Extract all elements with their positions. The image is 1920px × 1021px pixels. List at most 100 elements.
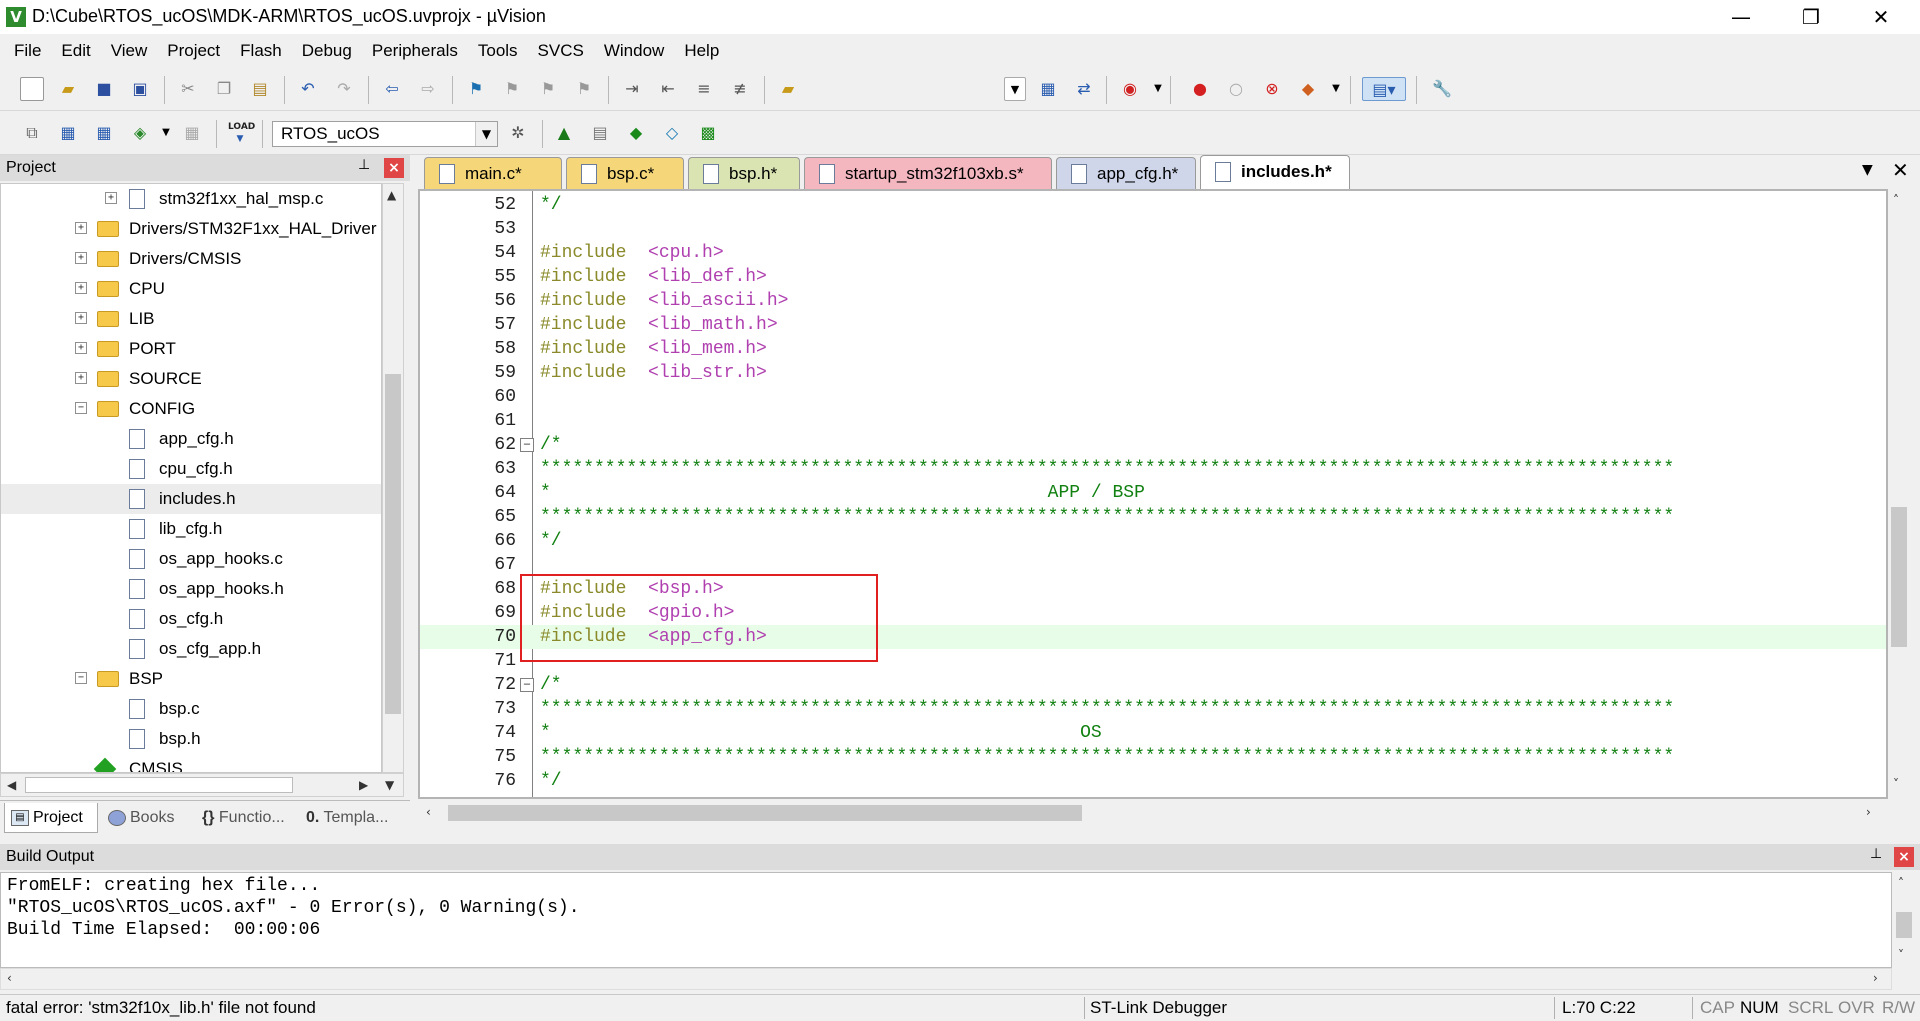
collapse-icon[interactable]: − xyxy=(75,402,87,414)
tree-item-config[interactable]: − CONFIG xyxy=(1,394,381,424)
nav-forward-icon[interactable]: ⇨ xyxy=(416,77,440,101)
open-file-icon[interactable]: ▰ xyxy=(56,77,80,101)
tab-books[interactable]: Books xyxy=(102,803,186,833)
configure-icon[interactable]: 🔧 xyxy=(1430,77,1454,101)
build-output-panel[interactable]: FromELF: creating hex file... "RTOS_ucOS… xyxy=(0,872,1892,968)
tree-horizontal-scrollbar[interactable]: ◀ ▶ ▼ xyxy=(0,773,404,797)
tree-item-cmsis[interactable]: CMSIS xyxy=(1,754,381,772)
redo-icon[interactable]: ↷ xyxy=(332,77,356,101)
window-layout-icon[interactable]: ▤▾ xyxy=(1362,77,1406,101)
breakpoints-dropdown-icon[interactable]: ▼ xyxy=(1324,77,1348,101)
find-icon[interactable]: ▦ xyxy=(1036,77,1060,101)
rebuild-icon[interactable]: ▦ xyxy=(92,121,116,145)
code-line[interactable]: 59 #include <lib_str.h> xyxy=(420,361,1886,385)
tab-templates[interactable]: 0. Templa... xyxy=(300,803,406,833)
build-close-icon[interactable]: × xyxy=(1894,847,1914,867)
breakpoint-icon[interactable]: ● xyxy=(1188,77,1212,101)
tree-vertical-scrollbar[interactable]: ▲ xyxy=(382,183,404,773)
menu-tools[interactable]: Tools xyxy=(468,41,528,61)
code-line[interactable]: 65 **************************************… xyxy=(420,505,1886,529)
tree-item-includes-h[interactable]: includes.h xyxy=(1,484,381,514)
code-line[interactable]: 63 **************************************… xyxy=(420,457,1886,481)
editor-tab-bsp-c[interactable]: bsp.c* xyxy=(566,157,684,189)
menu-help[interactable]: Help xyxy=(674,41,729,61)
menu-project[interactable]: Project xyxy=(157,41,230,61)
menu-file[interactable]: File xyxy=(4,41,51,61)
expand-icon[interactable]: + xyxy=(105,192,117,204)
cut-icon[interactable]: ✂ xyxy=(176,77,200,101)
unindent-icon[interactable]: ⇤ xyxy=(656,77,680,101)
manage-rte-icon[interactable]: ◆ xyxy=(624,121,648,145)
new-file-icon[interactable] xyxy=(20,77,44,101)
expand-icon[interactable]: + xyxy=(75,342,87,354)
build-output-scrollbar[interactable]: ˄ ˅ xyxy=(1892,872,1916,968)
next-bookmark-icon[interactable]: ⚑ xyxy=(536,77,560,101)
expand-icon[interactable]: + xyxy=(75,222,87,234)
disable-all-breakpoints-icon[interactable]: ⊗ xyxy=(1260,77,1284,101)
code-line[interactable]: 52 */ xyxy=(420,193,1886,217)
tree-item-lib-cfg-h[interactable]: lib_cfg.h xyxy=(1,514,381,544)
comment-icon[interactable]: ≡ xyxy=(692,77,716,101)
code-line[interactable]: 55 #include <lib_def.h> xyxy=(420,265,1886,289)
build-output-hscrollbar[interactable]: ‹ › xyxy=(0,968,1892,990)
batch-build-icon[interactable]: ◈ xyxy=(128,121,152,145)
code-line[interactable]: 76 */ xyxy=(420,769,1886,793)
find-dropdown-arrow-icon[interactable]: ▼ xyxy=(1004,77,1026,101)
editor-tab-startup-stm32f103xb-s[interactable]: startup_stm32f103xb.s* xyxy=(804,157,1052,189)
debug-session-icon[interactable]: ◉ xyxy=(1118,77,1142,101)
save-icon[interactable]: ■ xyxy=(92,77,116,101)
software-packs-icon[interactable]: ▩ xyxy=(696,121,720,145)
tree-item-drivers-stm32f1xx-hal-driver[interactable]: + Drivers/STM32F1xx_HAL_Driver xyxy=(1,214,381,244)
expand-icon[interactable]: + xyxy=(75,372,87,384)
editor-tab-bsp-h[interactable]: bsp.h* xyxy=(688,157,800,189)
pin-icon[interactable]: ⊥ xyxy=(1870,846,1882,862)
menu-edit[interactable]: Edit xyxy=(51,41,100,61)
code-line[interactable]: 73 **************************************… xyxy=(420,697,1886,721)
fold-toggle-icon[interactable]: − xyxy=(520,678,534,692)
tree-item-os-cfg-app-h[interactable]: os_cfg_app.h xyxy=(1,634,381,664)
close-button[interactable]: ✕ xyxy=(1846,0,1916,34)
editor-horizontal-scrollbar[interactable]: ‹ › xyxy=(418,801,1888,825)
target-select[interactable]: RTOS_ucOS ▼ xyxy=(272,121,498,147)
code-line[interactable]: 61 xyxy=(420,409,1886,433)
expand-icon[interactable]: + xyxy=(75,252,87,264)
menu-view[interactable]: View xyxy=(101,41,158,61)
stop-build-icon[interactable]: ▦ xyxy=(180,121,204,145)
editor-vscroll-thumb[interactable] xyxy=(1891,507,1907,647)
pack-installer-icon[interactable]: ◇ xyxy=(660,121,684,145)
disable-breakpoint-icon[interactable]: ○ xyxy=(1224,77,1248,101)
kill-breakpoints-icon[interactable]: ◆ xyxy=(1296,77,1320,101)
menu-debug[interactable]: Debug xyxy=(292,41,362,61)
code-line[interactable]: 62−/* xyxy=(420,433,1886,457)
undo-icon[interactable]: ↶ xyxy=(296,77,320,101)
tree-hscroll-thumb[interactable] xyxy=(25,777,293,793)
code-line[interactable]: 60 xyxy=(420,385,1886,409)
tree-item-bsp-h[interactable]: bsp.h xyxy=(1,724,381,754)
tree-item-cpu-cfg-h[interactable]: cpu_cfg.h xyxy=(1,454,381,484)
replace-icon[interactable]: ⇄ xyxy=(1072,77,1096,101)
bookmark-icon[interactable]: ⚑ xyxy=(464,77,488,101)
code-line[interactable]: 72−/* xyxy=(420,673,1886,697)
editor-tab-app-cfg-h[interactable]: app_cfg.h* xyxy=(1056,157,1196,189)
uncomment-icon[interactable]: ≢ xyxy=(728,77,752,101)
indent-icon[interactable]: ⇥ xyxy=(620,77,644,101)
build-icon[interactable]: ▦ xyxy=(56,121,80,145)
code-line[interactable]: 58 #include <lib_mem.h> xyxy=(420,337,1886,361)
collapse-icon[interactable]: − xyxy=(75,672,87,684)
save-all-icon[interactable]: ▣ xyxy=(128,77,152,101)
batch-dropdown-icon[interactable]: ▼ xyxy=(154,121,178,145)
tab-list-dropdown-icon[interactable]: ▼ xyxy=(1862,162,1873,178)
code-editor[interactable]: 52 */ 53 54 #include <cpu.h> 55 #include <lib_… xyxy=(418,189,1888,799)
nav-back-icon[interactable]: ⇦ xyxy=(380,77,404,101)
select-packs-icon[interactable]: ▤ xyxy=(588,121,612,145)
fold-toggle-icon[interactable]: − xyxy=(520,438,534,452)
pin-icon[interactable]: ⊥ xyxy=(358,157,370,173)
tree-item-os-app-hooks-c[interactable]: os_app_hooks.c xyxy=(1,544,381,574)
menu-peripherals[interactable]: Peripherals xyxy=(362,41,468,61)
build-scroll-thumb[interactable] xyxy=(1896,912,1912,938)
tree-item-os-cfg-h[interactable]: os_cfg.h xyxy=(1,604,381,634)
prev-bookmark-icon[interactable]: ⚑ xyxy=(500,77,524,101)
manage-project-items-icon[interactable]: ▲ xyxy=(552,121,576,145)
editor-vertical-scrollbar[interactable]: ˄ ˅ xyxy=(1888,189,1910,799)
expand-icon[interactable]: + xyxy=(75,282,87,294)
